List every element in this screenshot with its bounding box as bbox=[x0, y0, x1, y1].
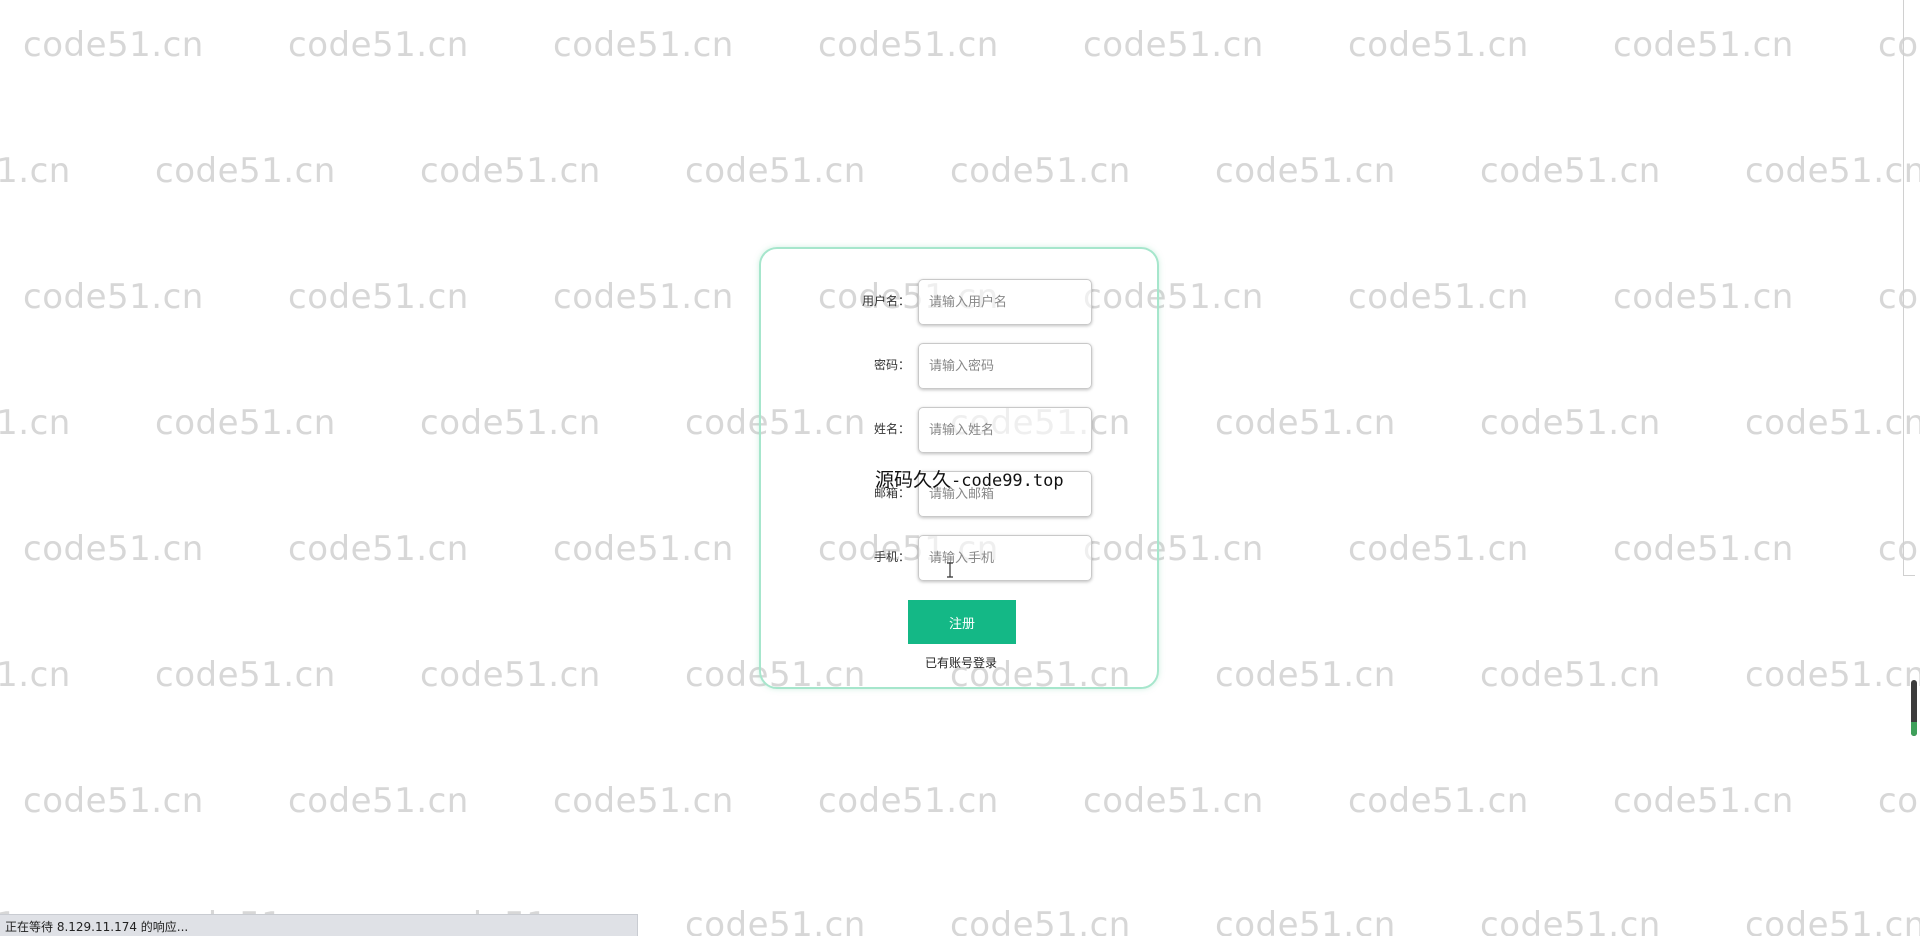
watermark-text: code51.cn bbox=[1745, 655, 1920, 695]
name-row: 姓名： bbox=[761, 407, 1161, 455]
watermark-text: code51.cn bbox=[1215, 151, 1396, 191]
phone-row: 手机： bbox=[761, 535, 1161, 583]
watermark-text: code51.cn bbox=[420, 151, 601, 191]
name-input[interactable] bbox=[918, 407, 1092, 453]
watermark-text: code51.cn bbox=[950, 151, 1131, 191]
watermark-text: code51.cn bbox=[0, 403, 71, 443]
watermark-text: code51.cn bbox=[1480, 151, 1661, 191]
status-bar: 正在等待 8.129.11.174 的响应... bbox=[0, 914, 638, 936]
watermark-text: code51.cn bbox=[23, 529, 204, 569]
watermark-text: code51.cn bbox=[23, 781, 204, 821]
scrollbar[interactable] bbox=[1904, 0, 1920, 936]
site-overlay-cn: 源码久久 bbox=[875, 469, 952, 491]
watermark-text: code51.cn bbox=[1348, 277, 1529, 317]
name-label: 姓名： bbox=[873, 422, 910, 436]
watermark-text: code51.cn bbox=[1480, 905, 1661, 936]
watermark-text: code51.cn bbox=[1215, 655, 1396, 695]
password-input[interactable] bbox=[918, 343, 1092, 389]
watermark-text: code51.cn bbox=[950, 905, 1131, 936]
watermark-text: code51.cn bbox=[288, 277, 469, 317]
watermark-text: code51.cn bbox=[1083, 781, 1264, 821]
username-input[interactable] bbox=[918, 279, 1092, 325]
watermark-text: code51.cn bbox=[685, 151, 866, 191]
watermark-text: code51.cn bbox=[553, 781, 734, 821]
watermark-text: code51.cn bbox=[553, 277, 734, 317]
watermark-text: code51.cn bbox=[155, 403, 336, 443]
watermark-text: code51.cn bbox=[553, 529, 734, 569]
watermark-text: code51.cn bbox=[420, 655, 601, 695]
username-label: 用户名： bbox=[861, 294, 910, 308]
phone-input[interactable] bbox=[918, 535, 1092, 581]
watermark-text: code51.cn bbox=[1215, 403, 1396, 443]
watermark-text: code51.cn bbox=[420, 403, 601, 443]
register-button[interactable]: 注册 bbox=[908, 600, 1016, 644]
watermark-text: code51.cn bbox=[1215, 905, 1396, 936]
scrollbar-edge-foot bbox=[1903, 575, 1915, 576]
watermark-text: code51.cn bbox=[288, 781, 469, 821]
watermark-text: code51.cn bbox=[1613, 25, 1794, 65]
watermark-text: code51.cn bbox=[23, 277, 204, 317]
watermark-text: code51.cn bbox=[1083, 25, 1264, 65]
page: code51.cn code51.cn code51.cn code51.cn code… bbox=[0, 0, 1920, 936]
watermark-text: code51.cn bbox=[685, 905, 866, 936]
scrollbar-edge bbox=[1903, 0, 1904, 576]
login-link[interactable]: 已有账号登录 bbox=[761, 654, 1161, 671]
watermark-text: code51.cn bbox=[288, 529, 469, 569]
username-row: 用户名： bbox=[761, 279, 1161, 327]
watermark-text: code51.cn bbox=[288, 25, 469, 65]
watermark-text: code51.cn bbox=[1480, 403, 1661, 443]
watermark-text: code51.cn bbox=[1348, 781, 1529, 821]
watermark-text: code51.cn bbox=[0, 655, 71, 695]
watermark-text: code51.cn bbox=[1613, 781, 1794, 821]
watermark-text: code51.cn bbox=[1745, 151, 1920, 191]
watermark-text: code51.cn bbox=[1348, 25, 1529, 65]
watermark-text: code51.cn bbox=[1613, 277, 1794, 317]
watermark-text: code51.cn bbox=[818, 781, 999, 821]
site-overlay-url: -code99.top bbox=[951, 471, 1064, 491]
watermark-text: code51.cn bbox=[1613, 529, 1794, 569]
watermark-text: code51.cn bbox=[818, 25, 999, 65]
watermark-text: code51.cn bbox=[1480, 655, 1661, 695]
watermark-text: code51.cn bbox=[23, 25, 204, 65]
watermark-text: code51.cn bbox=[0, 151, 71, 191]
phone-label: 手机： bbox=[873, 550, 910, 564]
site-watermark-overlay: 源码久久-code99.top bbox=[875, 465, 1064, 492]
watermark-text: code51.cn bbox=[1348, 529, 1529, 569]
text-cursor-icon bbox=[947, 562, 953, 578]
password-label: 密码： bbox=[873, 358, 910, 372]
watermark-text: code51.cn bbox=[155, 151, 336, 191]
watermark-text: code51.cn bbox=[553, 25, 734, 65]
scrollbar-thumb-accent bbox=[1911, 722, 1917, 736]
watermark-text: code51.cn bbox=[155, 655, 336, 695]
watermark-text: code51.cn bbox=[1745, 403, 1920, 443]
watermark-text: code51.cn bbox=[1745, 905, 1920, 936]
password-row: 密码： bbox=[761, 343, 1161, 391]
